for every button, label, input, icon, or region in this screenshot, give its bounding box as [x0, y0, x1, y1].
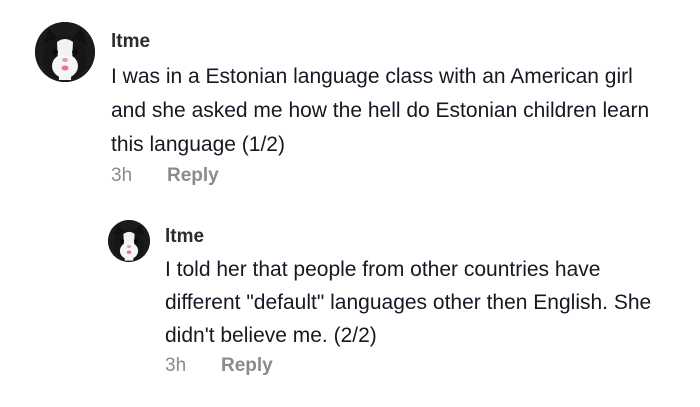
reply-button[interactable]: Reply [167, 165, 219, 187]
comment-body: ltme I was in a Estonian language class … [111, 30, 671, 187]
username[interactable]: ltme [165, 225, 665, 249]
reply-button[interactable]: Reply [221, 355, 273, 377]
timestamp: 3h [111, 165, 133, 186]
comment-body: ltme I told her that people from other c… [165, 225, 665, 377]
comment-thread: ltme I was in a Estonian language class … [0, 0, 700, 407]
avatar[interactable] [35, 22, 95, 82]
comment-meta: 3h Reply [165, 355, 665, 377]
comment-text: I was in a Estonian language class with … [111, 65, 650, 156]
comment-text: I told her that people from other countr… [165, 258, 652, 347]
cat-avatar-icon [35, 22, 95, 82]
comment-meta: 3h Reply [111, 165, 671, 187]
timestamp: 3h [165, 355, 187, 376]
avatar[interactable] [108, 220, 150, 262]
username[interactable]: ltme [111, 30, 671, 54]
cat-avatar-icon [108, 220, 150, 262]
